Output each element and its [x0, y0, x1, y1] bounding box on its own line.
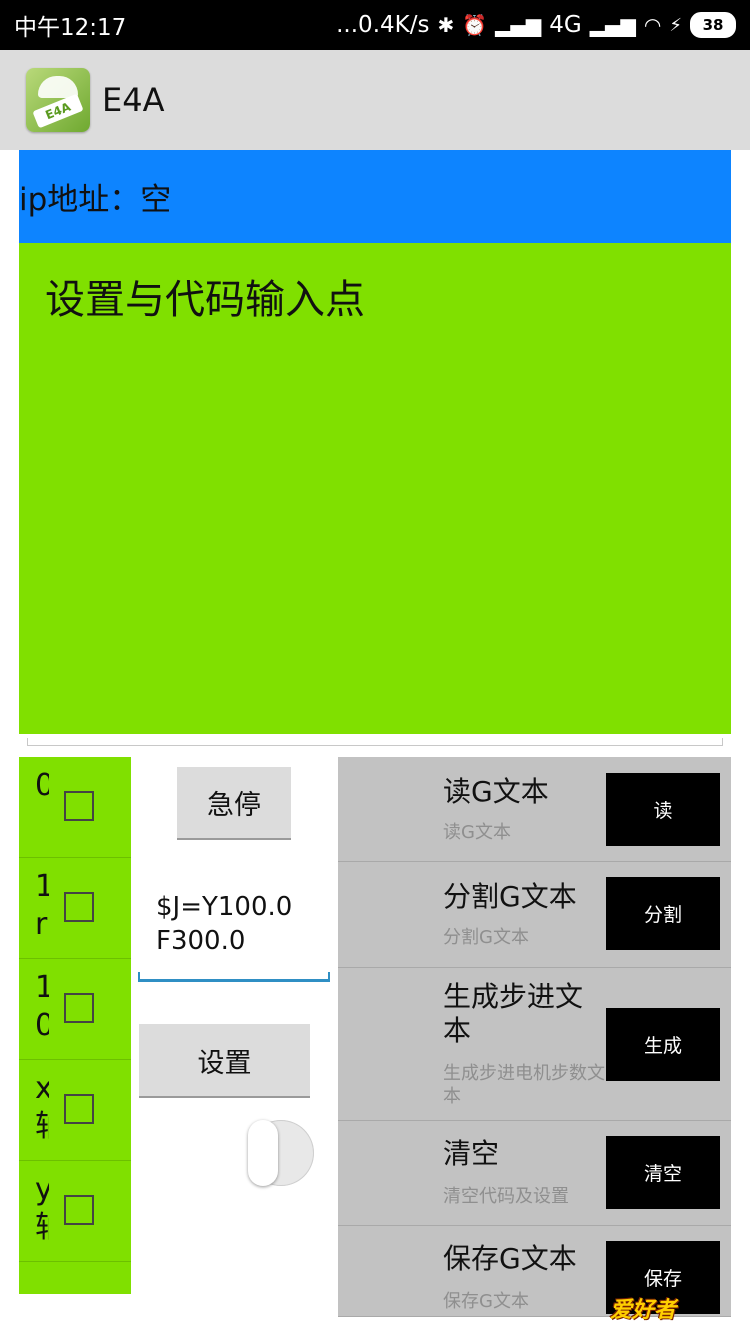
list-item-subtitle: 读G文本	[443, 822, 511, 843]
gcode-input[interactable]: $J=Y100.0 F300.0	[138, 890, 330, 982]
signal-icon: ▂▄▆	[495, 13, 542, 37]
bluetooth-icon: ✱	[437, 13, 455, 37]
list-item-title: 分割G文本	[443, 880, 577, 913]
ip-label: ip地址：空	[19, 182, 172, 218]
panel-label: 设置与代码输入点	[45, 277, 365, 323]
status-icons: ...0.4K/s ✱ ⏰ ▂▄▆ 4G ▂▄▆ ◠ ⚡ 38	[336, 12, 736, 38]
clear-button[interactable]: 清空	[606, 1136, 720, 1209]
checklist-label: 1r	[35, 869, 49, 942]
alarm-icon: ⏰	[462, 13, 488, 37]
action-bar: E4A E4A	[0, 50, 750, 150]
checklist-row[interactable]: 1r	[19, 858, 131, 959]
list-item-title: 读G文本	[443, 775, 549, 808]
battery-icon: 38	[690, 12, 736, 38]
network-type: 4G	[549, 12, 582, 38]
read-button[interactable]: 读	[606, 773, 720, 846]
checklist-row[interactable]: 10	[19, 959, 131, 1060]
divider	[27, 738, 723, 746]
net-speed: ...0.4K/s	[336, 12, 430, 38]
status-bar: 中午12:17 ...0.4K/s ✱ ⏰ ▂▄▆ 4G ▂▄▆ ◠ ⚡ 38	[0, 0, 750, 50]
status-time: 中午12:17	[14, 15, 127, 41]
list-item-subtitle: 生成步进电机步数文本	[443, 1063, 605, 1107]
checklist-row[interactable]: y轴	[19, 1161, 131, 1262]
checklist-row[interactable]: 0.	[19, 757, 131, 858]
signal-icon-2: ▂▄▆	[589, 13, 636, 37]
wifi-icon: ◠	[643, 13, 662, 37]
logo-tag: E4A	[32, 93, 84, 129]
list-item-clear: 清空 清空代码及设置 清空	[338, 1121, 731, 1226]
emergency-stop-button[interactable]: 急停	[177, 767, 291, 840]
app-title: E4A	[102, 81, 165, 119]
checkbox[interactable]	[64, 1195, 94, 1225]
list-item-subtitle: 清空代码及设置	[443, 1186, 569, 1207]
list-item-split: 分割G文本 分割G文本 分割	[338, 862, 731, 968]
checkbox[interactable]	[64, 791, 94, 821]
generate-button[interactable]: 生成	[606, 1008, 720, 1081]
list-item-title: 生成步进文本	[443, 980, 584, 1047]
list-item-generate: 生成步进文本 生成步进电机步数文本 生成	[338, 968, 731, 1121]
app-logo-icon: E4A	[26, 68, 90, 132]
ip-address-bar: ip地址：空	[19, 150, 731, 243]
list-item-title: 保存G文本	[443, 1242, 577, 1275]
axis-checklist: 0. 1r 10 x轴 y轴	[19, 757, 131, 1294]
checkbox[interactable]	[64, 892, 94, 922]
set-button[interactable]: 设置	[139, 1024, 310, 1098]
split-button[interactable]: 分割	[606, 877, 720, 950]
settings-code-panel[interactable]: 设置与代码输入点	[19, 243, 731, 734]
checklist-row[interactable]: x轴	[19, 1060, 131, 1161]
checklist-label: 10	[35, 970, 49, 1043]
checklist-label: 0.	[35, 768, 49, 803]
checklist-label: x轴	[35, 1071, 49, 1144]
toggle-switch[interactable]	[248, 1120, 314, 1186]
checkbox[interactable]	[64, 1094, 94, 1124]
checklist-label: y轴	[35, 1172, 49, 1245]
checkbox[interactable]	[64, 993, 94, 1023]
toggle-knob	[248, 1120, 278, 1186]
list-item-title: 清空	[443, 1137, 500, 1170]
charging-icon: ⚡	[669, 14, 682, 36]
watermark-logo: 爱好者	[610, 1298, 677, 1323]
list-item-subtitle: 分割G文本	[443, 927, 529, 948]
list-item-subtitle: 保存G文本	[443, 1291, 529, 1312]
action-list: 读G文本 读G文本 读 分割G文本 分割G文本 分割 生成步进文本 生成步进电机…	[338, 757, 731, 1317]
list-item-read: 读G文本 读G文本 读	[338, 757, 731, 862]
